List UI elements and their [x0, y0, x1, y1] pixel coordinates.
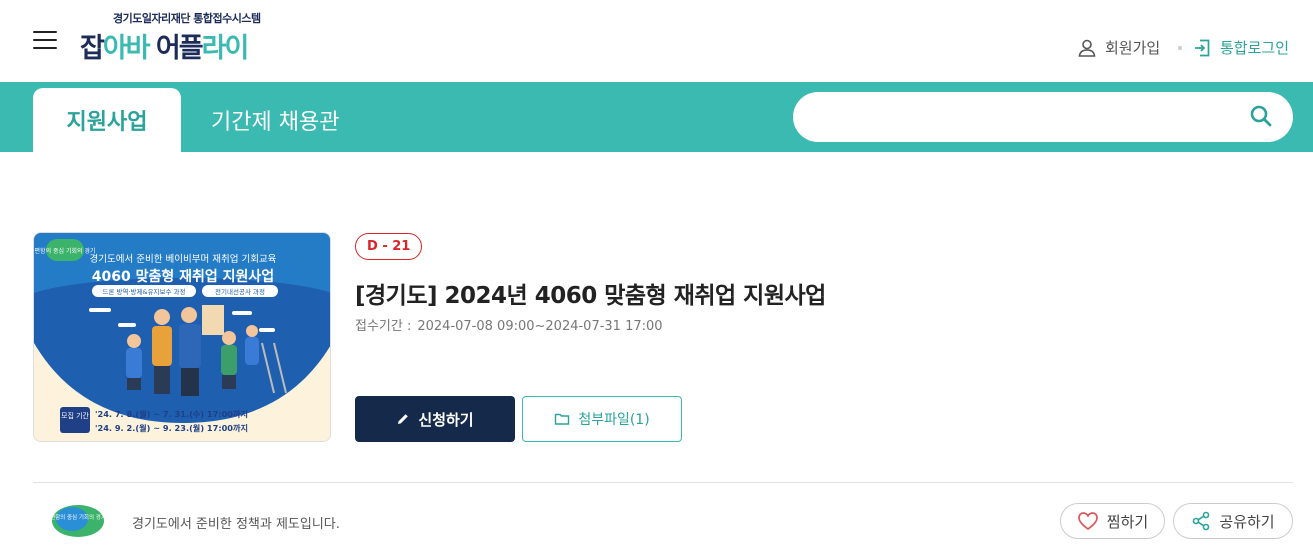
main-nav: 지원사업 기간제 채용관 [0, 82, 1313, 152]
search-input[interactable] [813, 102, 1233, 132]
login-link[interactable]: 통합로그인 [1192, 37, 1289, 58]
period-value: 2024-07-08 09:00~2024-07-31 17:00 [417, 319, 663, 334]
divider [33, 482, 1293, 483]
org-description: 경기도에서 준비한 정책과 제도입니다. [132, 517, 340, 532]
logo-subtitle: 경기도일자리재단 통합접수시스템 [113, 12, 261, 25]
login-label: 통합로그인 [1220, 39, 1290, 57]
folder-icon [555, 413, 570, 425]
attachment-button[interactable]: 첨부파일(1) [522, 396, 682, 442]
application-period: 접수기간 : 2024-07-08 09:00~2024-07-31 17:00 [355, 315, 663, 334]
search-icon[interactable] [1248, 103, 1274, 129]
logo-wordmark: 잡아바 어플라이 [80, 33, 249, 64]
poster-period-label: 모집 기간 [61, 411, 90, 420]
heart-icon [1077, 512, 1098, 531]
tab-support-programs[interactable]: 지원사업 [33, 88, 181, 152]
share-button[interactable]: 공유하기 [1173, 503, 1293, 539]
menu-icon[interactable] [33, 31, 57, 49]
poster-lead: 경기도에서 준비한 베이비부머 재취업 기회교육 [90, 253, 277, 265]
pencil-icon [398, 414, 409, 424]
poster-headline: 4060 맞춤형 재취업 지원사업 [92, 268, 274, 285]
login-icon [1195, 39, 1210, 56]
poster-graphic: 편함의 중심 기회의 경기 경기도에서 준비한 베이비부머 재취업 기회교육 4… [34, 233, 330, 441]
poster-course-1: 드론 방역·방제&유지보수 과정 [102, 287, 185, 296]
poster-course-2: 전기내선공사 과정 [215, 287, 265, 296]
site-logo[interactable]: 경기도일자리재단 통합접수시스템 잡아바 어플라이 [80, 8, 300, 68]
program-title[interactable]: [경기도] 2024년 4060 맞춤형 재취업 지원사업 [355, 276, 826, 310]
user-icon [1078, 39, 1096, 57]
separator-dot [1178, 46, 1182, 50]
attachment-label: 첨부파일(1) [578, 412, 650, 428]
poster-period-2: '24. 9. 2.(월) ~ 9. 23.(월) 17:00까지 [95, 423, 248, 433]
share-label: 공유하기 [1219, 512, 1275, 531]
join-link[interactable]: 회원가입 [1077, 37, 1160, 58]
tab-fixed-term-jobs[interactable]: 기간제 채용관 [211, 104, 339, 136]
join-label: 회원가입 [1105, 39, 1161, 57]
share-icon [1193, 511, 1210, 531]
poster-period-1: '24. 7. 8.(월) ~ 7. 31.(수) 17:00까지 [95, 409, 248, 419]
search-box [793, 92, 1293, 142]
like-button[interactable]: 찜하기 [1060, 503, 1165, 539]
apply-label: 신청하기 [418, 410, 474, 429]
period-label: 접수기간 : [355, 319, 412, 334]
gyeonggi-logo: 편함의 중심 기회의 경기 [50, 503, 106, 539]
program-poster-image[interactable]: 편함의 중심 기회의 경기 경기도에서 준비한 베이비부머 재취업 기회교육 4… [33, 232, 331, 442]
svg-text:편함의 중심 기회의 경기: 편함의 중심 기회의 경기 [50, 513, 106, 521]
poster-badge: 편함의 중심 기회의 경기 [35, 247, 96, 255]
dday-badge: D - 21 [355, 233, 423, 260]
apply-button[interactable]: 신청하기 [355, 396, 515, 442]
site-header: 경기도일자리재단 통합접수시스템 잡아바 어플라이 회원가입 통합로그인 [0, 0, 1313, 82]
like-label: 찜하기 [1106, 512, 1149, 531]
